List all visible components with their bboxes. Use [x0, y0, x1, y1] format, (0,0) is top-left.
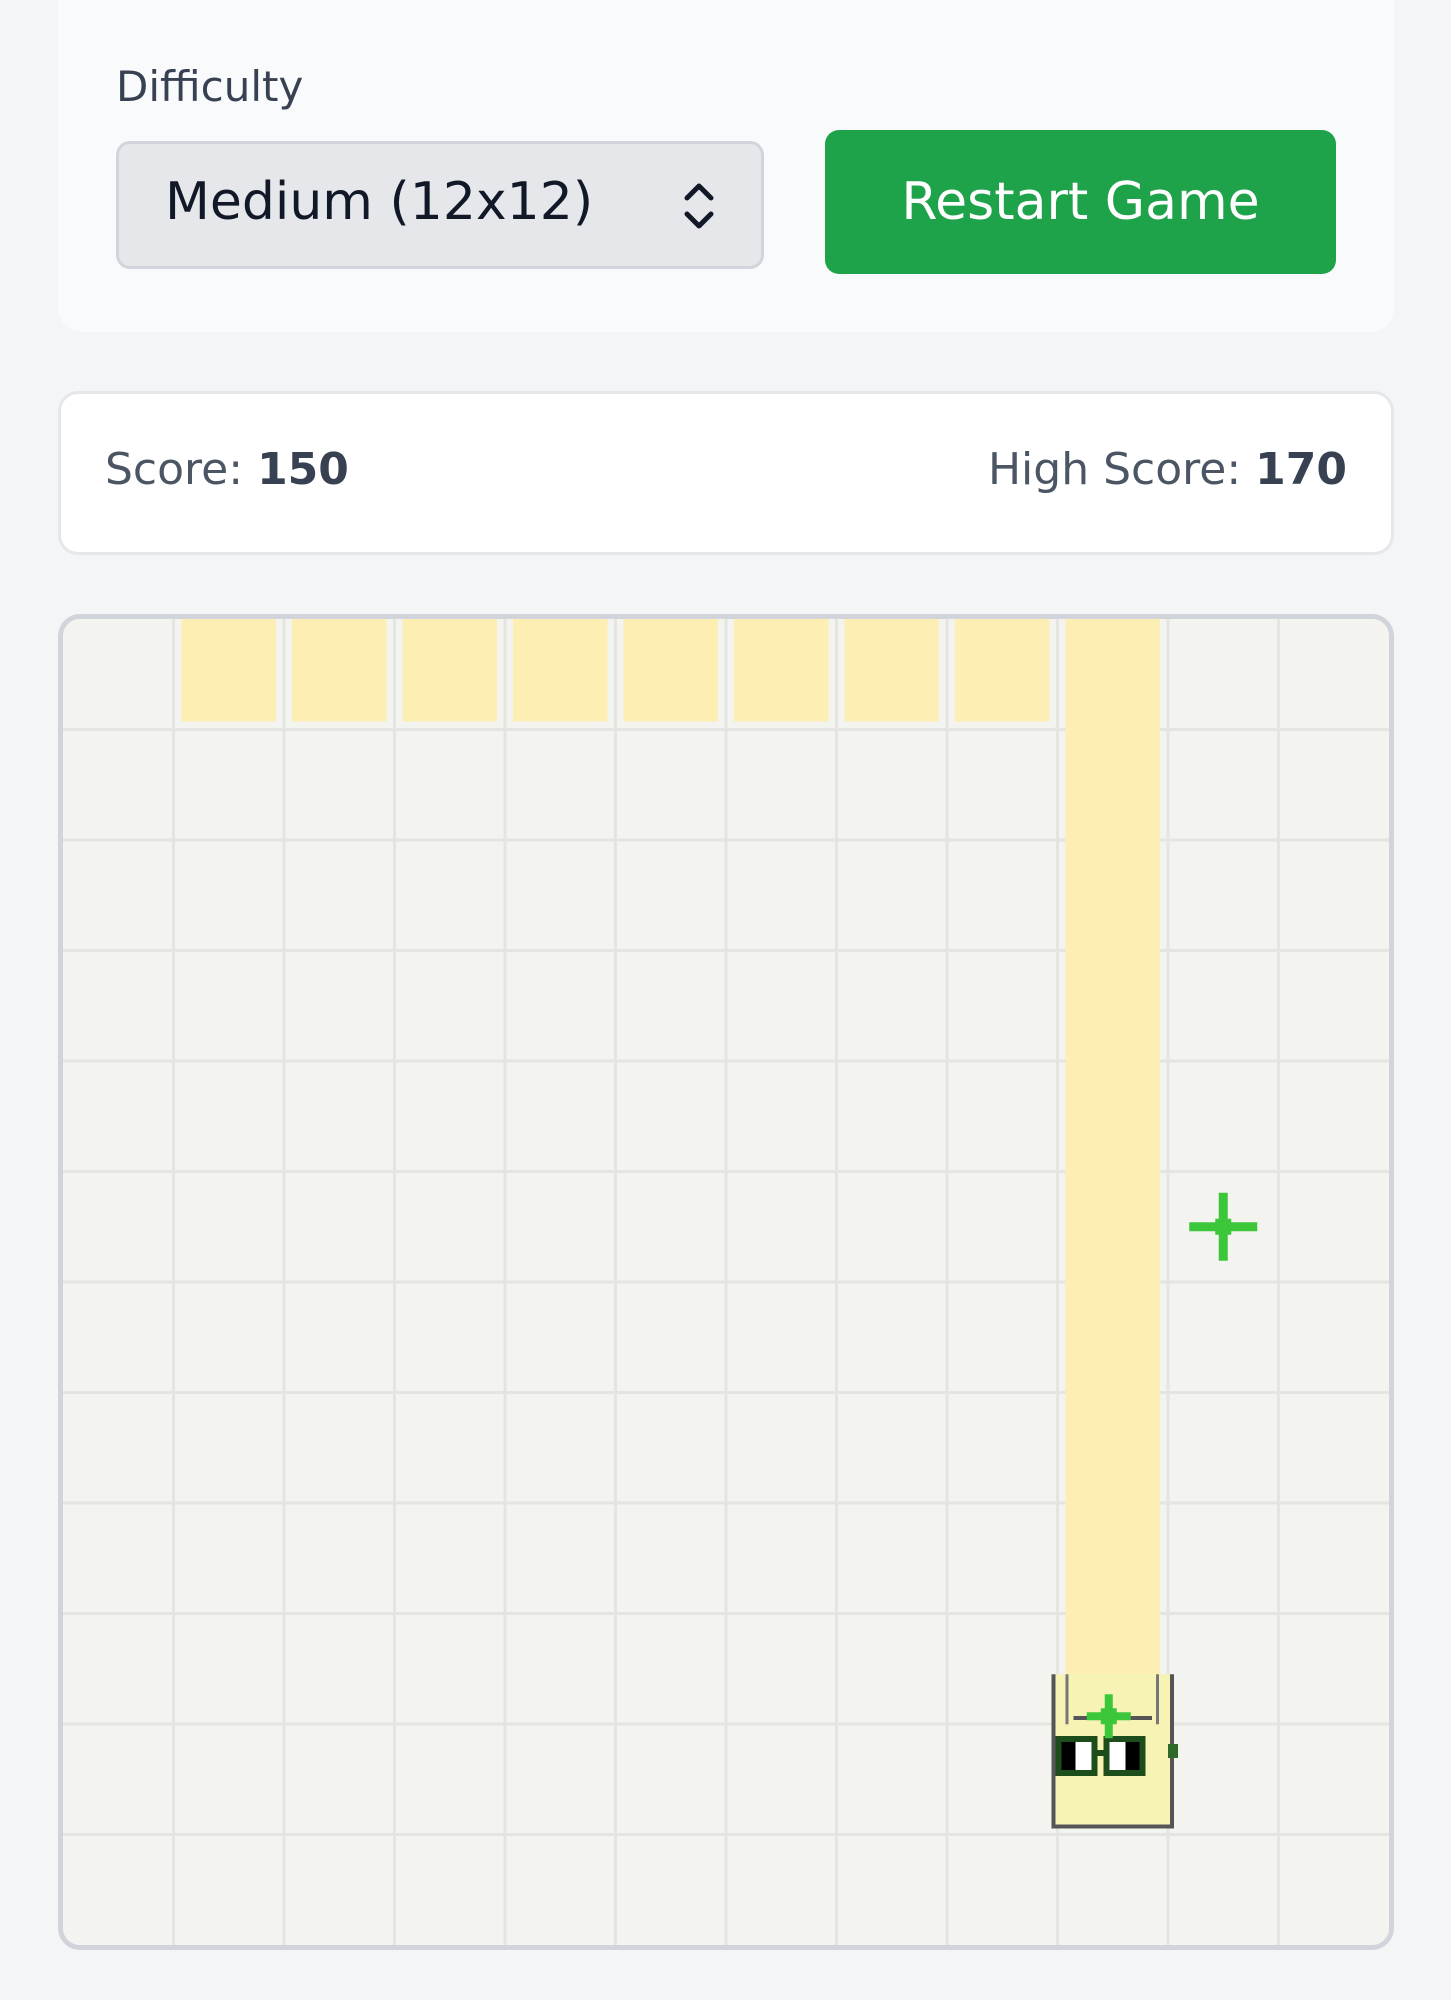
controls-card: Difficulty Medium (12x12) Restart Game	[58, 0, 1394, 332]
snake-body-segment	[1065, 1282, 1160, 1393]
snake-body-segment	[1065, 1392, 1160, 1503]
snake-body-segment	[402, 619, 497, 722]
snake-body-segment	[955, 619, 1050, 722]
snake-body-segment	[1065, 729, 1160, 840]
score-card: Score: 150 High Score: 170	[58, 391, 1394, 555]
high-score-display: High Score: 170	[988, 444, 1347, 495]
difficulty-select-value: Medium (12x12)	[165, 172, 594, 232]
snake-body-segment	[1065, 1503, 1160, 1614]
snake-head	[1051, 1674, 1178, 1829]
snake-body-segment	[292, 619, 387, 722]
high-score-label: High Score:	[987, 444, 1242, 495]
snake-body-segment	[181, 619, 276, 722]
snake-body-segment	[1065, 950, 1160, 1061]
high-score-value: 170	[1255, 444, 1347, 495]
snake-body-segment	[1065, 840, 1160, 951]
score-display: Score: 150	[105, 444, 349, 495]
snake-body-segment	[513, 619, 608, 722]
score-label: Score:	[105, 444, 244, 495]
game-board[interactable]	[58, 614, 1394, 1950]
snake-body-segment	[623, 619, 718, 722]
restart-game-button[interactable]: Restart Game	[825, 130, 1336, 274]
score-value: 150	[257, 444, 349, 495]
snake-body-segment	[844, 619, 939, 722]
snake-body-segment	[1065, 1061, 1160, 1172]
snake-body-segment	[1065, 1171, 1160, 1282]
game-board-canvas	[63, 619, 1389, 1945]
snake-body-segment	[734, 619, 829, 722]
difficulty-select[interactable]: Medium (12x12)	[116, 141, 764, 269]
chevron-up-down-icon	[684, 183, 714, 229]
difficulty-label: Difficulty	[116, 62, 304, 111]
snake-body-segment	[1065, 619, 1160, 730]
